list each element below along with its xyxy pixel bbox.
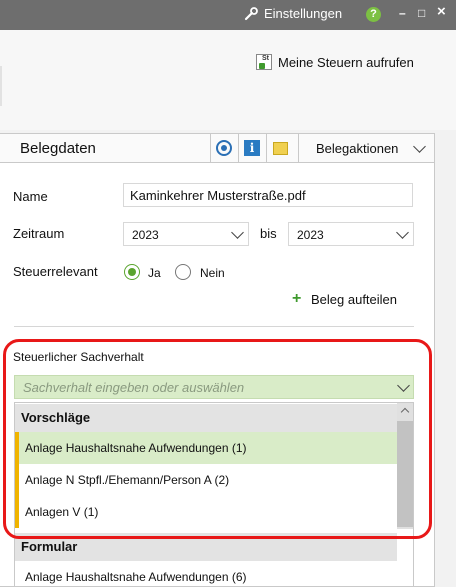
zeitraum-from-value: 2023 [132, 228, 159, 242]
list-item[interactable]: Anlagen V (1) [15, 496, 397, 528]
sachverhalt-combobox[interactable]: Sachverhalt eingeben oder auswählen [14, 375, 414, 399]
radio-ja-label: Ja [148, 266, 161, 280]
section-divider [14, 326, 414, 327]
name-input[interactable]: Kaminkehrer Musterstraße.pdf [123, 183, 413, 207]
view-document-icon[interactable] [216, 140, 232, 156]
settings-button[interactable]: Einstellungen [244, 6, 342, 21]
panel-header: Belegdaten i Belegaktionen [0, 134, 434, 163]
meine-steuern-button[interactable]: St Meine Steuern aufrufen [256, 54, 414, 70]
group-header-formular: Formular [15, 533, 397, 561]
info-icon[interactable]: i [244, 140, 260, 156]
dropdown-scrollbar[interactable] [397, 403, 413, 529]
suggestion-marker [15, 464, 19, 496]
list-item[interactable]: Anlage Haushaltsnahe Aufwendungen (6) [15, 561, 397, 587]
sachverhalt-placeholder: Sachverhalt eingeben oder auswählen [23, 380, 245, 395]
chevron-down-icon [396, 226, 409, 239]
list-item-label: Anlagen V (1) [25, 505, 99, 519]
list-item-label: Anlage Haushaltsnahe Aufwendungen (1) [25, 441, 247, 455]
radio-nein-label: Nein [200, 266, 225, 280]
left-edge-divider [0, 66, 2, 106]
maximize-button[interactable]: □ [418, 6, 425, 20]
radio-nein[interactable] [175, 264, 191, 280]
note-icon[interactable] [273, 142, 288, 155]
wrench-icon [244, 6, 258, 20]
group-header-vorschlaege: Vorschläge [15, 404, 397, 432]
settings-label: Einstellungen [264, 6, 343, 21]
chevron-down-icon[interactable] [397, 379, 410, 392]
beleg-aufteilen-button[interactable]: Beleg aufteilen [311, 292, 397, 307]
list-item-label: Anlage N Stpfl./Ehemann/Person A (2) [25, 473, 230, 487]
meine-steuern-label: Meine Steuern aufrufen [278, 54, 414, 70]
steuerrelevant-label: Steuerrelevant [13, 264, 98, 279]
list-item-label: Anlage Haushaltsnahe Aufwendungen (6) [25, 570, 247, 584]
header-divider [210, 134, 211, 162]
suggestion-marker [15, 496, 19, 528]
chevron-down-icon [231, 226, 244, 239]
belegaktionen-button[interactable]: Belegaktionen [316, 141, 398, 156]
zeitraum-from-select[interactable]: 2023 [123, 222, 249, 246]
scroll-up-icon[interactable] [400, 407, 410, 417]
sachverhalt-label: Steuerlicher Sachverhalt [13, 350, 144, 364]
zeitraum-to-value: 2023 [297, 228, 324, 242]
close-button[interactable]: × [437, 3, 446, 20]
plus-icon: + [292, 290, 302, 307]
minimize-button[interactable]: – [399, 6, 406, 20]
header-divider [298, 134, 299, 162]
zeitraum-label: Zeitraum [13, 226, 65, 241]
top-toolbar-area: St Meine Steuern aufrufen [0, 30, 456, 130]
panel-title: Belegdaten [20, 140, 96, 157]
header-divider [238, 134, 239, 162]
radio-ja[interactable] [124, 264, 140, 280]
suggestion-marker [15, 432, 19, 464]
bis-label: bis [260, 226, 277, 241]
tax-document-icon: St [256, 54, 272, 70]
title-bar: Einstellungen ? – □ × [0, 0, 456, 30]
list-item[interactable]: Anlage Haushaltsnahe Aufwendungen (1) [15, 432, 397, 464]
name-label: Name [13, 189, 48, 204]
sachverhalt-dropdown-list: Vorschläge Anlage Haushaltsnahe Aufwendu… [14, 402, 414, 587]
zeitraum-to-select[interactable]: 2023 [288, 222, 414, 246]
list-item[interactable]: Anlage N Stpfl./Ehemann/Person A (2) [15, 464, 397, 496]
header-divider [266, 134, 267, 162]
scrollbar-thumb[interactable] [397, 421, 413, 527]
help-icon[interactable]: ? [366, 7, 381, 22]
chevron-down-icon[interactable] [413, 140, 426, 153]
